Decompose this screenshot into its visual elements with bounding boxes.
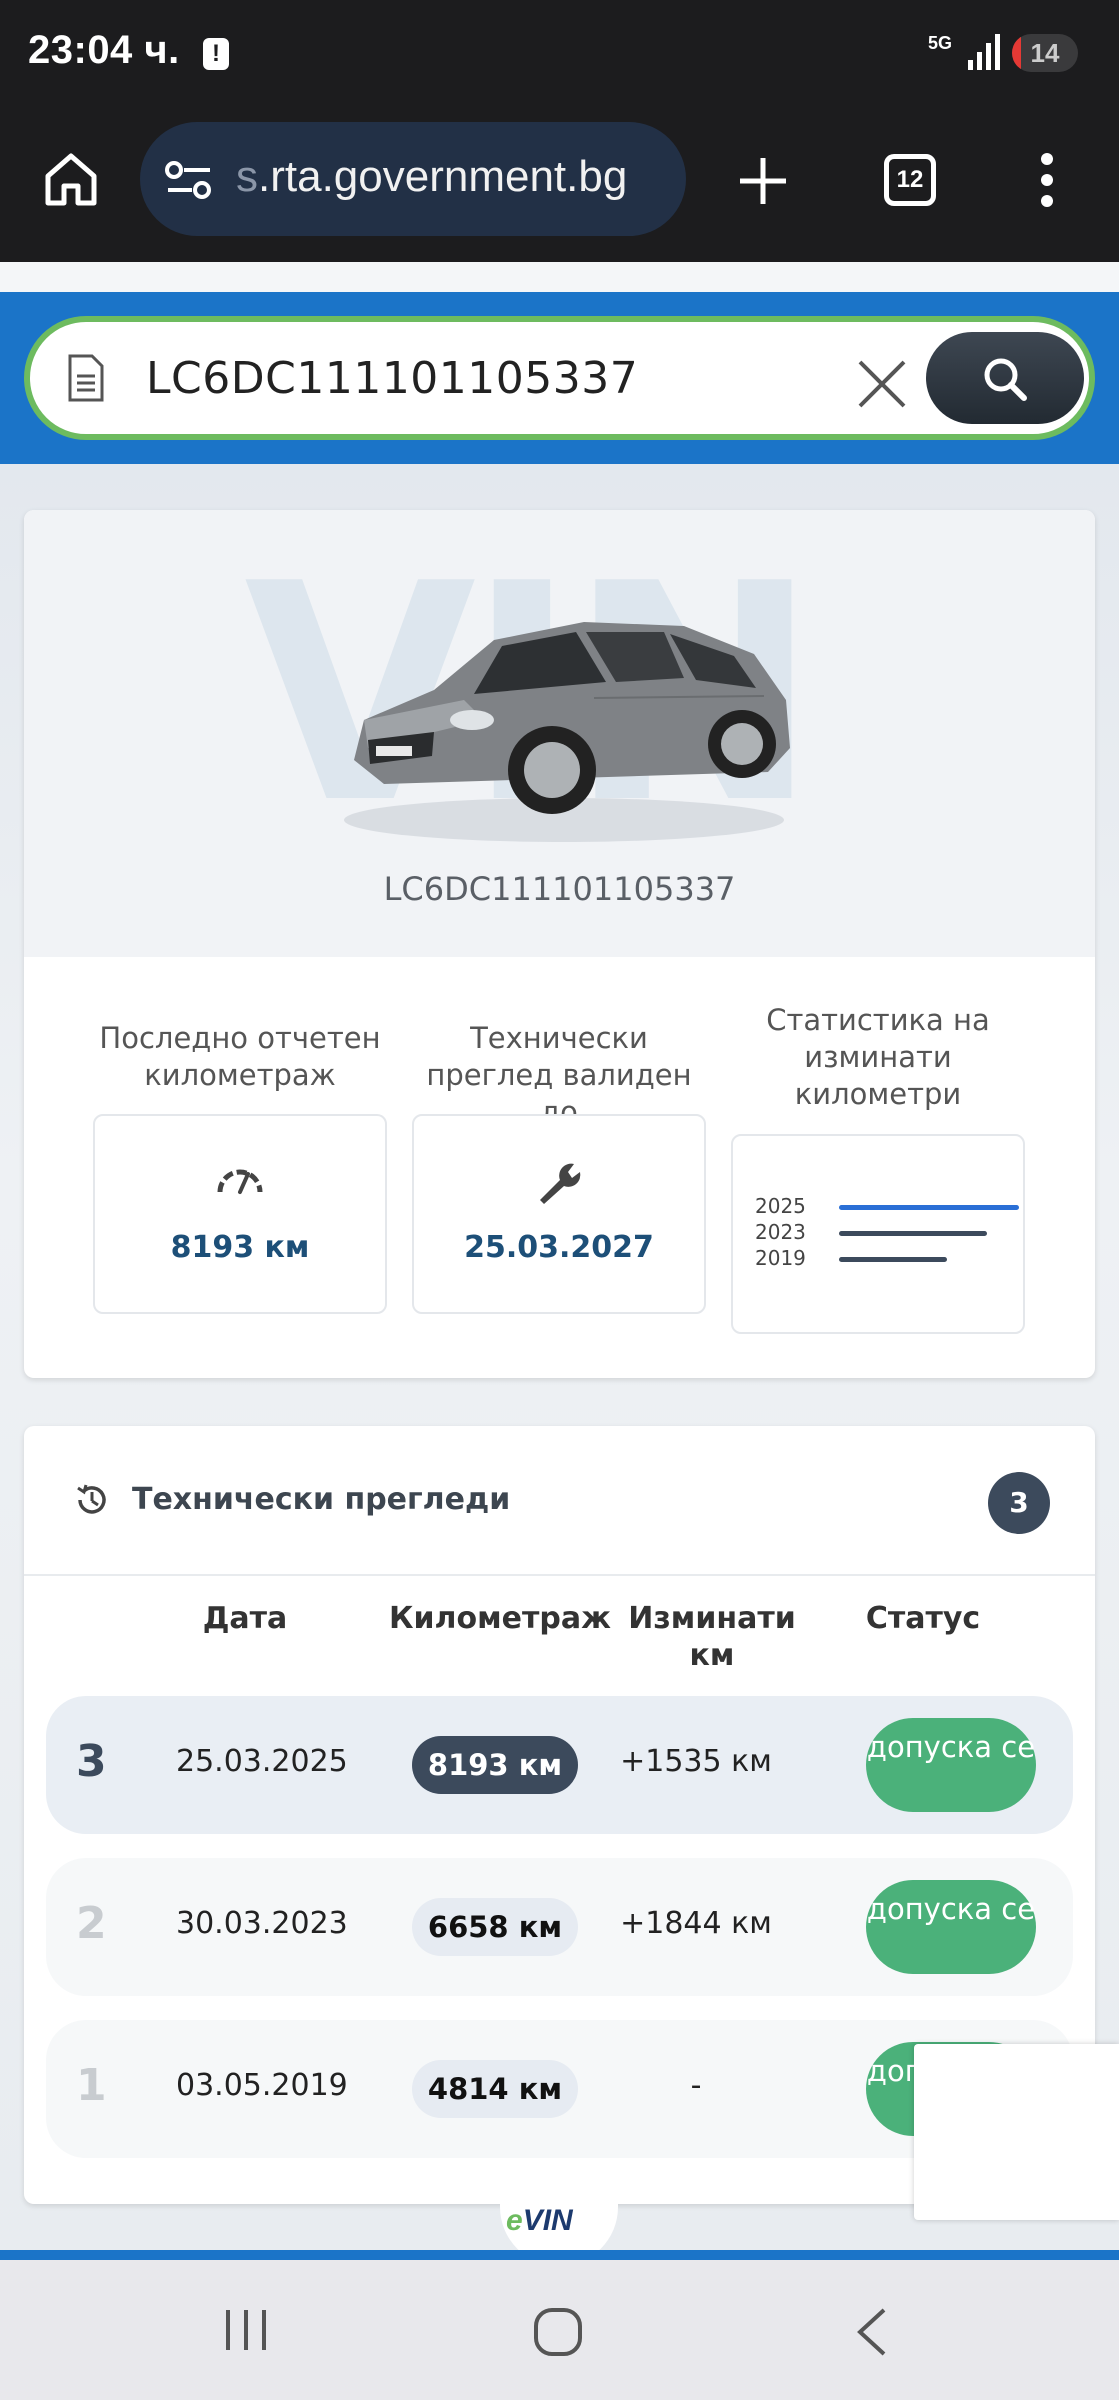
- mini-chart-bar: [839, 1205, 1019, 1210]
- clear-icon[interactable]: [856, 358, 908, 410]
- recent-apps-icon[interactable]: [222, 2306, 270, 2354]
- row-mileage: 8193 км: [412, 1736, 578, 1794]
- tab-switcher-button[interactable]: 12: [884, 154, 936, 206]
- search-band: [0, 292, 1119, 464]
- row-diff: +1535 км: [620, 1744, 772, 1779]
- car-image: [344, 622, 790, 842]
- mileage-mini-chart: 2025 2023 2019: [731, 1134, 1025, 1334]
- row-number: 3: [76, 1736, 107, 1787]
- table-row: 3 25.03.2025 8193 км +1535 км допуска се: [46, 1696, 1073, 1834]
- column-header-status: Статус: [865, 1601, 981, 1636]
- stat-chart-title: Статистика на изминати километри: [766, 1003, 990, 1111]
- browser-toolbar: s.rta.government.bg 12: [0, 108, 1119, 262]
- search-button[interactable]: [926, 332, 1084, 424]
- mini-chart-year: 2025: [755, 1194, 806, 1218]
- inspections-header: Технически прегледи 3: [24, 1426, 1095, 1576]
- stat-mileage-title: Последно отчетен километраж: [99, 1021, 381, 1092]
- row-date: 03.05.2019: [176, 2068, 348, 2103]
- alert-icon: !: [203, 38, 229, 70]
- evin-logo-e: e: [506, 2204, 523, 2237]
- document-icon: [68, 354, 104, 402]
- evin-logo-vin: VIN: [522, 2204, 573, 2237]
- home-nav-icon[interactable]: [532, 2306, 584, 2358]
- row-number: 1: [76, 2060, 107, 2111]
- overflow-menu-icon[interactable]: [1040, 152, 1054, 208]
- status-bar: 23:04 ч. ! 5G 14: [0, 0, 1119, 108]
- vin-search-input[interactable]: [146, 348, 706, 408]
- new-tab-icon[interactable]: [738, 156, 788, 206]
- system-navigation-bar: [0, 2260, 1119, 2400]
- row-diff: -: [690, 2068, 702, 2103]
- row-date: 25.03.2025: [176, 1744, 348, 1779]
- battery-level: 14: [1030, 38, 1060, 68]
- recaptcha-badge[interactable]: [914, 2044, 1119, 2220]
- site-settings-icon[interactable]: [164, 160, 214, 200]
- row-number: 2: [76, 1898, 107, 1949]
- url-faded-prefix: s: [236, 152, 258, 201]
- column-header-mileage: Километраж: [389, 1601, 611, 1636]
- row-mileage: 6658 км: [412, 1898, 578, 1956]
- stat-mileage-value: 8193 км: [170, 1230, 310, 1265]
- stat-inspection-value: 25.03.2027: [464, 1230, 654, 1265]
- url-domain: .rta.government.bg: [258, 152, 628, 201]
- page-top-strip: [0, 262, 1119, 292]
- address-bar[interactable]: s.rta.government.bg: [140, 122, 686, 236]
- vehicle-hero: VIN LC6DC111101105337: [24, 510, 1095, 957]
- stat-mileage: Последно отчетен километраж: [93, 1020, 387, 1094]
- evin-logo[interactable]: eVIN: [506, 2204, 573, 2238]
- vehicle-card: VIN LC6DC111101105337 Последно отчетен к…: [24, 510, 1095, 1378]
- stat-chart: Статистика на изминати километри: [731, 1002, 1025, 1113]
- mini-chart-bar: [839, 1231, 987, 1236]
- inspections-count-badge: 3: [988, 1472, 1050, 1534]
- mini-chart-year: 2023: [755, 1220, 806, 1244]
- inspections-title: Технически прегледи: [132, 1482, 511, 1517]
- column-header-diff: Изминати км: [628, 1601, 796, 1673]
- signal-icon: [968, 34, 1000, 70]
- network-type: 5G: [928, 33, 953, 53]
- mini-chart-year: 2019: [755, 1246, 806, 1270]
- search-icon: [984, 358, 1027, 401]
- table-row: 2 30.03.2023 6658 км +1844 км допуска се: [46, 1858, 1073, 1996]
- speedometer-icon: [217, 1169, 263, 1194]
- back-icon[interactable]: [852, 2306, 892, 2358]
- home-icon[interactable]: [40, 148, 102, 210]
- vin-search-box: [24, 316, 1095, 440]
- row-diff: +1844 км: [620, 1906, 772, 1941]
- row-status-badge: допуска се: [866, 1880, 1036, 1974]
- stat-inspection-box: 25.03.2027: [412, 1114, 706, 1314]
- row-date: 30.03.2023: [176, 1906, 348, 1941]
- wrench-icon: [540, 1163, 581, 1204]
- column-header-date: Дата: [202, 1601, 288, 1636]
- history-icon: [77, 1484, 106, 1514]
- url-text[interactable]: s.rta.government.bg: [236, 152, 627, 202]
- row-status-badge: допуска се: [866, 1718, 1036, 1812]
- battery-icon: 14: [1012, 34, 1078, 72]
- stat-mileage-box: 8193 км: [93, 1114, 387, 1314]
- row-mileage: 4814 км: [412, 2060, 578, 2118]
- mini-chart-bar: [839, 1257, 947, 1262]
- footer-strip: [0, 2250, 1119, 2260]
- vehicle-vin: LC6DC111101105337: [383, 870, 736, 908]
- clock: 23:04 ч.: [28, 28, 180, 72]
